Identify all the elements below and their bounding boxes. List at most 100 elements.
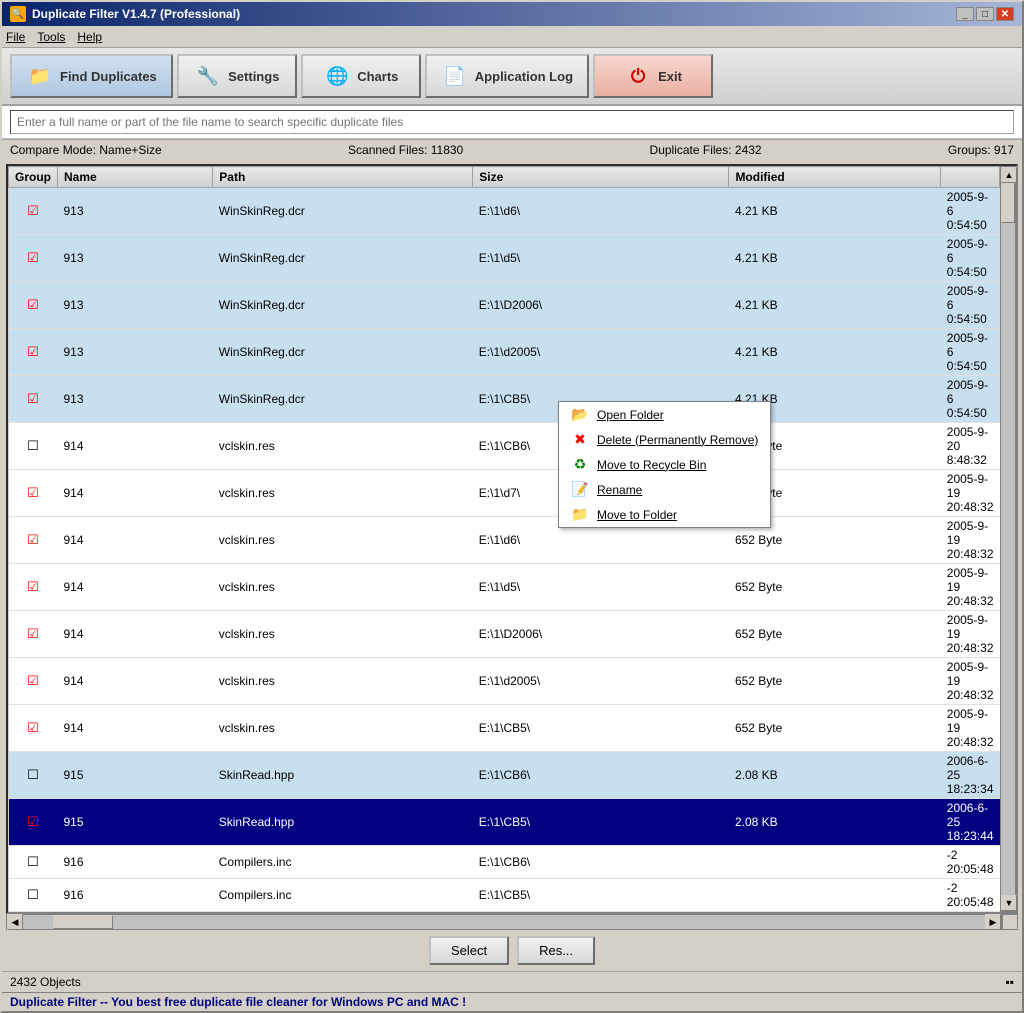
row-modified: -2 20:05:48: [941, 879, 1000, 912]
row-checkbox-cell: ☑: [9, 564, 58, 611]
row-checkbox[interactable]: ☑: [27, 721, 39, 735]
row-group: 914: [58, 611, 213, 658]
charts-button[interactable]: 🌐 Charts: [301, 54, 421, 98]
horizontal-scrollbar[interactable]: ◀ ▶: [6, 914, 1002, 930]
row-checkbox[interactable]: ☑: [27, 627, 39, 641]
row-checkbox[interactable]: ☑: [27, 533, 39, 547]
row-modified: 2005-9-6 0:54:50: [941, 188, 1000, 235]
row-path: E:\1\d2005\: [473, 658, 729, 705]
row-checkbox[interactable]: ☐: [27, 439, 39, 453]
row-path: E:\1\D2006\: [473, 282, 729, 329]
col-scroll-placeholder: [941, 167, 1000, 188]
row-checkbox[interactable]: ☑: [27, 392, 39, 406]
find-duplicates-label: Find Duplicates: [60, 69, 157, 84]
file-table-wrapper: Group Name Path Size Modified ☑913WinSki…: [6, 164, 1018, 914]
groups-count: Groups: 917: [948, 143, 1014, 157]
scroll-right-button[interactable]: ▶: [985, 914, 1001, 930]
row-checkbox[interactable]: ☑: [27, 580, 39, 594]
row-group: 913: [58, 235, 213, 282]
row-checkbox-cell: ☑: [9, 470, 58, 517]
scroll-h-thumb[interactable]: [53, 915, 113, 929]
row-checkbox[interactable]: ☐: [27, 768, 39, 782]
table-row[interactable]: ☑914vclskin.resE:\1\d7\652 Byte2005-9-19…: [9, 470, 1000, 517]
row-path: E:\1\CB5\: [473, 705, 729, 752]
table-row[interactable]: ☑914vclskin.resE:\1\d5\652 Byte2005-9-19…: [9, 564, 1000, 611]
scroll-thumb[interactable]: [1001, 183, 1015, 223]
row-checkbox[interactable]: ☑: [27, 204, 39, 218]
row-size: 652 Byte: [729, 658, 941, 705]
row-checkbox[interactable]: ☑: [27, 486, 39, 500]
row-size: 652 Byte: [729, 564, 941, 611]
table-row[interactable]: ☑913WinSkinReg.dcrE:\1\d2005\4.21 KB2005…: [9, 329, 1000, 376]
table-row[interactable]: ☑914vclskin.resE:\1\D2006\652 Byte2005-9…: [9, 611, 1000, 658]
settings-button[interactable]: 🔧 Settings: [177, 54, 297, 98]
exit-button[interactable]: ⏻ Exit: [593, 54, 713, 98]
row-modified: -2 20:05:48: [941, 846, 1000, 879]
row-name: SkinRead.hpp: [213, 752, 473, 799]
row-checkbox[interactable]: ☑: [27, 674, 39, 688]
context-rename[interactable]: 📝 Rename: [559, 477, 770, 502]
scroll-left-button[interactable]: ◀: [7, 914, 23, 930]
table-row[interactable]: ☐916Compilers.incE:\1\CB5\-2 20:05:48: [9, 879, 1000, 912]
col-size[interactable]: Size: [473, 167, 729, 188]
row-size: 652 Byte: [729, 611, 941, 658]
row-name: WinSkinReg.dcr: [213, 282, 473, 329]
title-bar: 🔍 Duplicate Filter V1.4.7 (Professional)…: [2, 2, 1022, 26]
col-group[interactable]: Group: [9, 167, 58, 188]
application-log-button[interactable]: 📄 Application Log: [425, 54, 589, 98]
row-path: E:\1\d2005\: [473, 329, 729, 376]
row-checkbox[interactable]: ☑: [27, 345, 39, 359]
row-name: vclskin.res: [213, 470, 473, 517]
table-row[interactable]: ☑914vclskin.resE:\1\d6\652 Byte2005-9-19…: [9, 517, 1000, 564]
context-move-folder[interactable]: 📁 Move to Folder: [559, 502, 770, 527]
table-row[interactable]: ☐916Compilers.incE:\1\CB6\-2 20:05:48: [9, 846, 1000, 879]
reset-button[interactable]: Res...: [517, 936, 595, 965]
table-row[interactable]: ☑915SkinRead.hppE:\1\CB5\2.08 KB2006-6-2…: [9, 799, 1000, 846]
scroll-h-track[interactable]: [23, 915, 985, 929]
row-checkbox[interactable]: ☐: [27, 888, 39, 902]
find-duplicates-button[interactable]: 📁 Find Duplicates: [10, 54, 173, 98]
context-open-folder[interactable]: 📂 Open Folder: [559, 402, 770, 427]
col-path[interactable]: Path: [213, 167, 473, 188]
row-checkbox-cell: ☐: [9, 752, 58, 799]
power-icon: ⏻: [624, 62, 652, 90]
table-row[interactable]: ☑914vclskin.resE:\1\CB5\652 Byte2005-9-1…: [9, 705, 1000, 752]
search-input[interactable]: [10, 110, 1014, 134]
object-count: 2432 Objects: [10, 975, 81, 989]
table-row[interactable]: ☑913WinSkinReg.dcrE:\1\d6\4.21 KB2005-9-…: [9, 188, 1000, 235]
row-checkbox[interactable]: ☑: [27, 298, 39, 312]
row-name: Compilers.inc: [213, 879, 473, 912]
table-row[interactable]: ☑913WinSkinReg.dcrE:\1\CB5\4.21 KB2005-9…: [9, 376, 1000, 423]
scroll-up-button[interactable]: ▲: [1001, 167, 1017, 183]
table-row[interactable]: ☐915SkinRead.hppE:\1\CB6\2.08 KB2006-6-2…: [9, 752, 1000, 799]
menu-file[interactable]: File: [6, 30, 25, 44]
maximize-button[interactable]: □: [976, 7, 994, 21]
minimize-button[interactable]: _: [956, 7, 974, 21]
toolbar: 📁 Find Duplicates 🔧 Settings 🌐 Charts 📄 …: [2, 48, 1022, 106]
row-modified: 2005-9-19 20:48:32: [941, 470, 1000, 517]
row-checkbox[interactable]: ☐: [27, 855, 39, 869]
table-row[interactable]: ☑913WinSkinReg.dcrE:\1\D2006\4.21 KB2005…: [9, 282, 1000, 329]
vertical-scrollbar[interactable]: ▲ ▼: [1000, 166, 1016, 912]
table-row[interactable]: ☑913WinSkinReg.dcrE:\1\d5\4.21 KB2005-9-…: [9, 235, 1000, 282]
row-checkbox-cell: ☑: [9, 376, 58, 423]
scroll-down-button[interactable]: ▼: [1001, 895, 1017, 911]
row-checkbox[interactable]: ☑: [27, 251, 39, 265]
context-recycle-label: Move to Recycle Bin: [597, 458, 706, 472]
context-delete[interactable]: ✖ Delete (Permanently Remove): [559, 427, 770, 452]
row-checkbox-cell: ☑: [9, 611, 58, 658]
col-name[interactable]: Name: [58, 167, 213, 188]
menu-help[interactable]: Help: [77, 30, 102, 44]
menu-tools[interactable]: Tools: [37, 30, 65, 44]
select-button[interactable]: Select: [429, 936, 509, 965]
close-button[interactable]: ✕: [996, 7, 1014, 21]
table-row[interactable]: ☑914vclskin.resE:\1\d2005\652 Byte2005-9…: [9, 658, 1000, 705]
row-checkbox[interactable]: ☑: [27, 815, 39, 829]
app-icon: 🔍: [10, 6, 26, 22]
scroll-track[interactable]: [1001, 183, 1015, 895]
scanned-files: Scanned Files: 11830: [348, 143, 463, 157]
table-row[interactable]: ☐914vclskin.resE:\1\CB6\652 Byte2005-9-2…: [9, 423, 1000, 470]
context-recycle[interactable]: ♻ Move to Recycle Bin: [559, 452, 770, 477]
row-group: 914: [58, 705, 213, 752]
col-modified[interactable]: Modified: [729, 167, 941, 188]
